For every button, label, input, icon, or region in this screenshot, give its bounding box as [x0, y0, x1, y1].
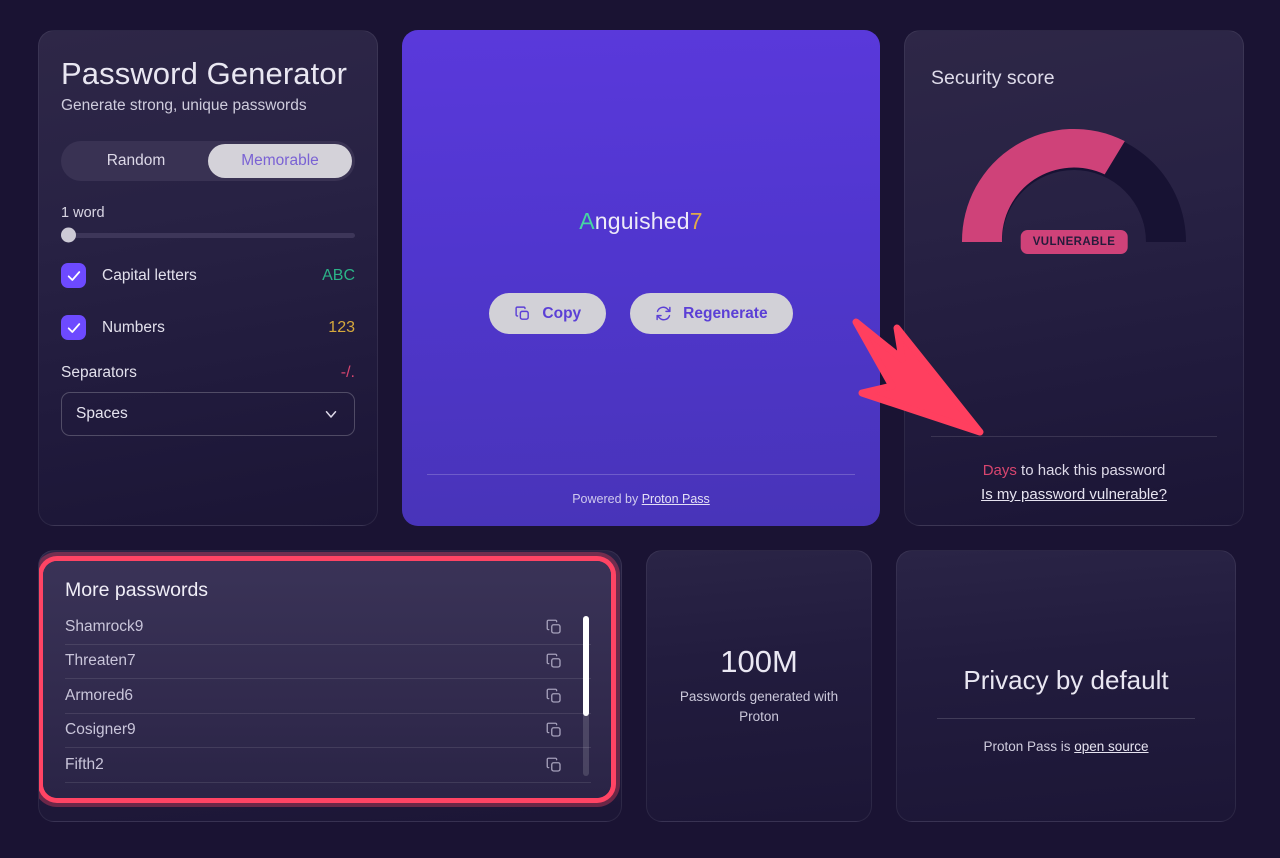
password-generator-card: Password Generator Generate strong, uniq… — [38, 30, 378, 526]
numbers-hint: 123 — [328, 318, 355, 336]
separators-row: Separators -/. — [61, 364, 355, 382]
list-item[interactable]: Fifth2 — [65, 748, 591, 783]
list-item[interactable]: Cosigner9 — [65, 714, 591, 748]
capital-letters-checkbox[interactable] — [61, 263, 86, 289]
more-passwords-card: More passwords Shamrock9 Threaten7 Armor… — [43, 561, 611, 798]
privacy-sub-prefix: Proton Pass is — [983, 739, 1075, 754]
chevron-down-icon — [325, 410, 337, 418]
security-footer: Days to hack this password Is my passwor… — [931, 436, 1217, 503]
powered-by-prefix: Powered by — [572, 492, 642, 506]
time-to-hack-text: Days to hack this password — [931, 457, 1217, 484]
status-badge: VULNERABLE — [1020, 230, 1128, 254]
password-value: Threaten7 — [65, 652, 136, 670]
proton-pass-link[interactable]: Proton Pass — [642, 492, 710, 506]
regenerate-button-label: Regenerate — [683, 304, 768, 322]
top-row: Password Generator Generate strong, uniq… — [38, 30, 1244, 526]
copy-icon — [515, 306, 530, 320]
stat-number: 100M — [720, 644, 798, 680]
purple-panel-footer: Powered by Proton Pass — [402, 474, 880, 526]
scrollbar-thumb[interactable] — [583, 616, 589, 716]
refresh-icon — [656, 306, 671, 321]
generator-subtitle: Generate strong, unique passwords — [61, 96, 307, 114]
mode-random-button[interactable]: Random — [64, 144, 208, 178]
bottom-row: More passwords Shamrock9 Threaten7 Armor… — [38, 550, 1242, 822]
password-part-uppercase: A — [579, 208, 595, 234]
mode-memorable-button[interactable]: Memorable — [208, 143, 352, 178]
copy-icon[interactable] — [545, 756, 563, 774]
days-rest-text: to hack this password — [1016, 462, 1166, 479]
capital-letters-label: Capital letters — [102, 266, 197, 284]
password-value: Cosigner9 — [65, 721, 136, 739]
page-root: Password Generator Generate strong, uniq… — [0, 0, 1280, 858]
option-row-numbers[interactable]: Numbers 123 — [61, 314, 355, 342]
generated-password[interactable]: Anguished7 — [579, 208, 703, 235]
privacy-subtitle: Proton Pass is open source — [983, 739, 1148, 754]
mode-segmented-control[interactable]: Random Memorable — [61, 140, 355, 181]
check-icon — [67, 322, 80, 333]
page-title: Password Generator — [61, 56, 348, 91]
privacy-card: Privacy by default Proton Pass is open s… — [896, 550, 1236, 822]
separators-label: Separators — [61, 363, 137, 381]
divider — [931, 436, 1217, 437]
copy-button[interactable]: Copy — [489, 293, 607, 334]
password-actions: Copy Regenerate — [489, 293, 793, 334]
password-display-panel: Anguished7 Copy Regenerate Powered by Pr… — [402, 30, 880, 526]
separators-select[interactable]: Spaces — [61, 391, 355, 436]
password-part-letters: nguished — [594, 208, 690, 234]
gauge-fill — [961, 128, 1125, 242]
stat-card-passwords-generated: 100M Passwords generated with Proton — [646, 550, 872, 822]
word-count-label: 1 word — [61, 204, 105, 221]
security-score-title: Security score — [931, 67, 1055, 89]
list-scrollbar[interactable] — [583, 616, 589, 776]
open-source-link[interactable]: open source — [1074, 739, 1148, 754]
stat-caption: Passwords generated with Proton — [679, 689, 839, 725]
list-item[interactable]: Shamrock9 — [65, 610, 591, 645]
numbers-label: Numbers — [102, 318, 165, 336]
is-my-password-vulnerable-link[interactable]: Is my password vulnerable? — [931, 486, 1217, 503]
more-passwords-card-outer: More passwords Shamrock9 Threaten7 Armor… — [38, 550, 622, 822]
copy-icon[interactable] — [545, 652, 563, 670]
list-item[interactable]: Threaten7 — [65, 645, 591, 679]
password-value: Fifth2 — [65, 755, 104, 773]
capital-letters-hint: ABC — [322, 266, 355, 284]
powered-by-text: Powered by Proton Pass — [427, 492, 855, 506]
separators-hint: -/. — [340, 363, 355, 381]
copy-icon[interactable] — [545, 687, 563, 705]
option-row-capital-letters[interactable]: Capital letters ABC — [61, 262, 355, 290]
password-value: Armored6 — [65, 686, 134, 704]
privacy-title: Privacy by default — [963, 665, 1169, 695]
days-accent-word: Days — [982, 462, 1017, 479]
divider — [937, 718, 1195, 719]
security-gauge: VULNERABLE — [931, 126, 1217, 260]
password-value: Shamrock9 — [65, 617, 144, 635]
check-icon — [67, 270, 80, 281]
list-item[interactable]: Armored6 — [65, 679, 591, 714]
slider-thumb[interactable] — [61, 227, 76, 243]
security-score-card: Security score VULNERABLE Days to hack t… — [904, 30, 1244, 526]
divider — [427, 474, 855, 475]
word-count-slider[interactable] — [61, 227, 355, 243]
copy-icon[interactable] — [545, 721, 563, 739]
regenerate-button[interactable]: Regenerate — [630, 293, 793, 334]
word-count-slider-group: 1 word — [61, 204, 355, 243]
password-part-digit: 7 — [689, 208, 703, 234]
copy-button-label: Copy — [542, 304, 582, 322]
copy-icon[interactable] — [545, 618, 563, 636]
more-passwords-list: Shamrock9 Threaten7 Armored6 Cosigner9 F… — [65, 610, 591, 783]
separators-select-value: Spaces — [76, 404, 128, 422]
numbers-checkbox[interactable] — [61, 315, 86, 341]
more-passwords-title: More passwords — [65, 579, 209, 601]
